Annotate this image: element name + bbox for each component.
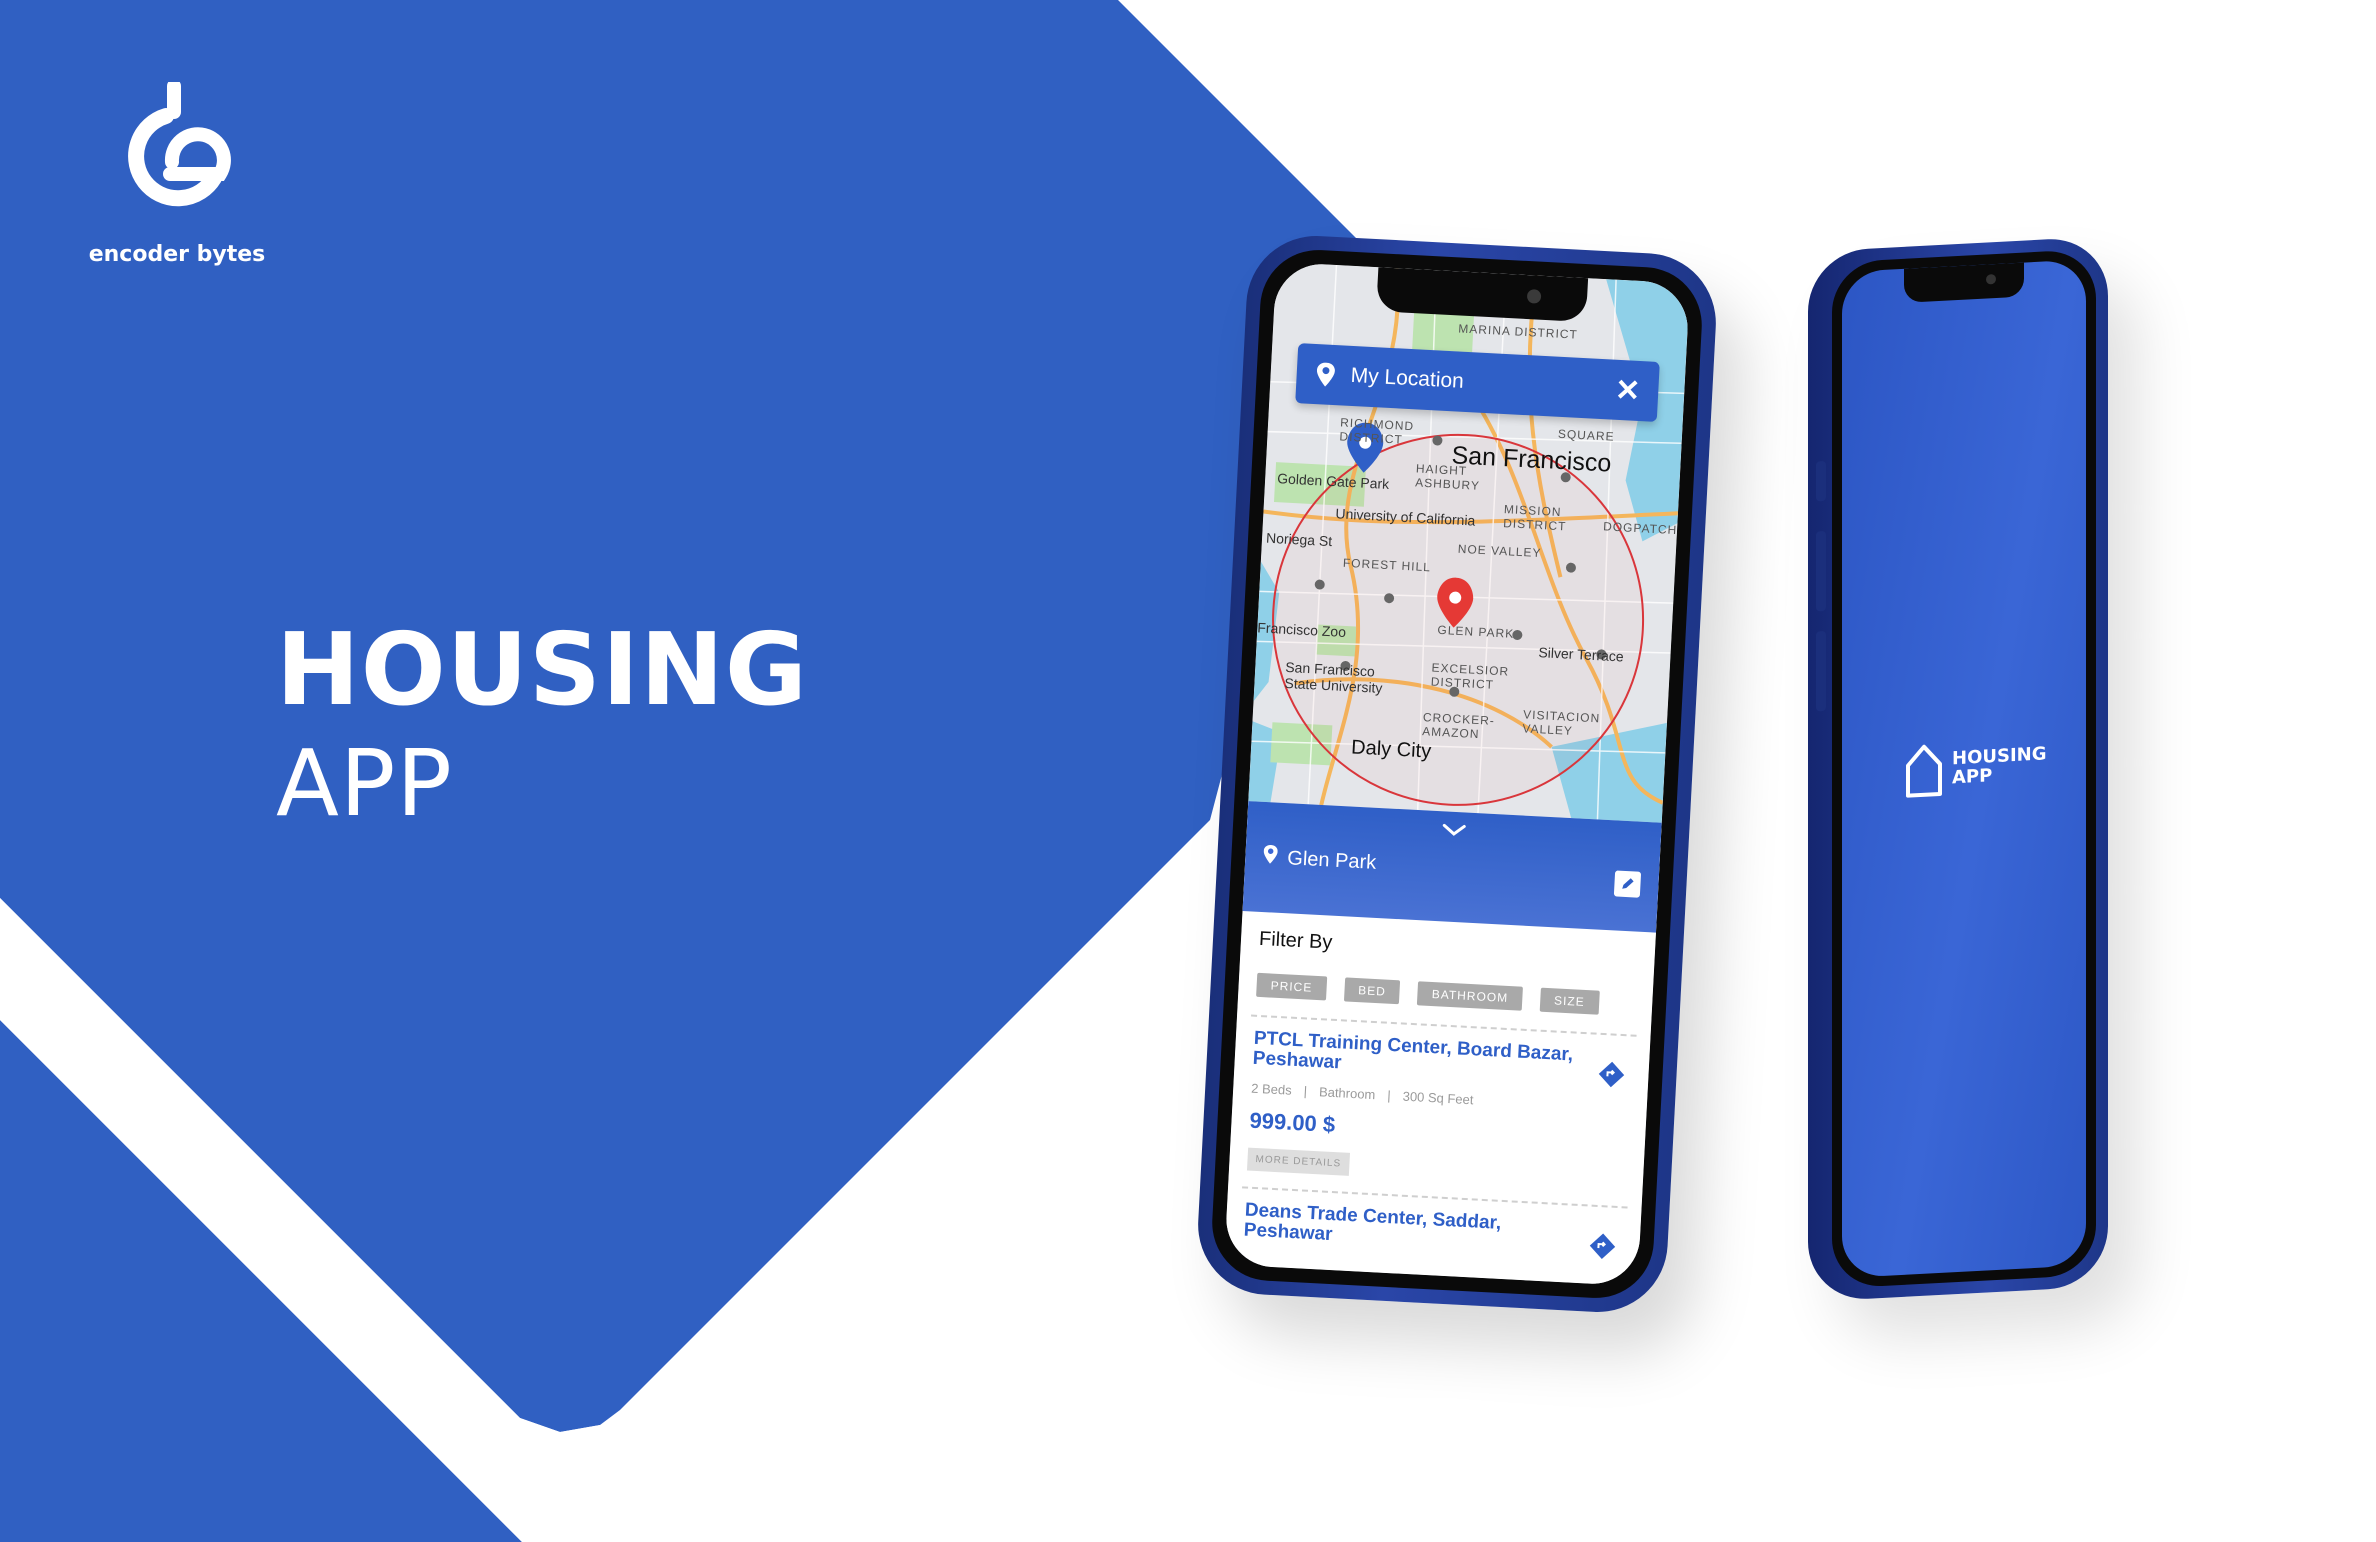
more-details-button[interactable]: MORE DETAILS [1246,1147,1350,1176]
map-label-visitacion: VISITACION VALLEY [1522,707,1601,738]
listing-item[interactable]: PTCL Training Center, Board Bazar, Pesha… [1246,1017,1632,1206]
camera-icon [1986,274,1996,285]
phone-bezel: HOUSING APP [1832,248,2096,1289]
phone-notch [1904,262,2024,303]
hero: HOUSING APP [276,620,808,830]
poster: encoder bytes HOUSING APP MARINA DISTRIC… [0,0,2376,1542]
phone-side-button [1816,460,1826,502]
filter-chip-price[interactable]: PRICE [1256,972,1327,1001]
splash-title: HOUSING APP [1952,743,2046,789]
bottom-sheet: Glen Park Filter By PRICE BED BATHROOM S… [1224,801,1662,1287]
selected-location: Glen Park [1263,844,1377,876]
filter-chips: PRICE BED BATHROOM SIZE [1256,972,1635,1017]
splash-line-2: APP [1952,765,1993,789]
map-label-excelsior: EXCELSIOR DISTRICT [1430,660,1510,692]
hero-subtitle: APP [276,730,453,837]
selected-location-label: Glen Park [1286,846,1377,874]
map-label-crocker: CROCKER-AMAZON [1421,710,1496,742]
phone-side-button [1816,530,1826,612]
filter-chip-bathroom[interactable]: BATHROOM [1417,981,1523,1011]
sheet-body: Filter By PRICE BED BATHROOM SIZE PTCL T… [1224,911,1655,1277]
camera-icon [1526,289,1542,304]
map-screen: MARINA DISTRICT RICHMOND DISTRICT SQUARE… [1224,261,1690,1287]
location-pin-icon [1263,844,1278,871]
splash-logo: HOUSING APP [1904,736,2046,799]
location-pin-icon [1314,359,1338,390]
map-label-haight: HAIGHT ASHBURY [1414,461,1481,493]
phone-bezel: MARINA DISTRICT RICHMOND DISTRICT SQUARE… [1209,247,1705,1301]
brand-logo: encoder bytes [82,82,272,267]
splash-screen: HOUSING APP [1842,259,2086,1279]
close-icon[interactable]: ✕ [1614,372,1641,408]
meta-separator: | [1386,1087,1392,1103]
listing-beds: 2 Beds [1250,1080,1293,1098]
directions-icon[interactable] [1598,1061,1625,1088]
listing-bath: Bathroom [1318,1084,1376,1103]
phone-map-mockup: MARINA DISTRICT RICHMOND DISTRICT SQUARE… [1194,232,1720,1316]
chevron-down-icon[interactable] [1440,819,1469,840]
my-location-label: My Location [1350,363,1465,393]
listing-title[interactable]: PTCL Training Center, Board Bazar, Pesha… [1252,1028,1574,1086]
phone-splash-mockup: HOUSING APP [1808,236,2108,1302]
filter-title: Filter By [1258,927,1333,954]
map-label-mission: MISSION DISTRICT [1502,502,1567,534]
filter-chip-size[interactable]: SIZE [1539,987,1600,1015]
map-label-noriega: Noriega St [1265,529,1333,550]
directions-icon[interactable] [1589,1232,1616,1259]
sheet-header: Glen Park [1242,801,1662,933]
phone-side-button [1816,630,1826,712]
encoder-bytes-logo-icon [128,82,231,207]
listing-size: 300 Sq Feet [1402,1088,1474,1108]
map-label-square: SQUARE [1557,426,1615,444]
brand-name: encoder bytes [88,242,266,267]
listing-title[interactable]: Deans Trade Center, Saddar, Peshawar [1243,1199,1565,1257]
map-label-richmond: RICHMOND DISTRICT [1339,415,1415,447]
pencil-icon [1622,878,1634,889]
map-label-daly-city: Daly City [1350,736,1432,763]
filter-chip-bed[interactable]: BED [1343,977,1401,1005]
hero-title: HOUSING [276,611,808,728]
house-outline-icon [1906,744,1942,798]
meta-separator: | [1303,1083,1308,1099]
listing-price: 999.00 $ [1248,1107,1336,1137]
edit-location-button[interactable] [1613,870,1642,898]
map-label-sfsu: San Francisco State University [1284,658,1383,696]
